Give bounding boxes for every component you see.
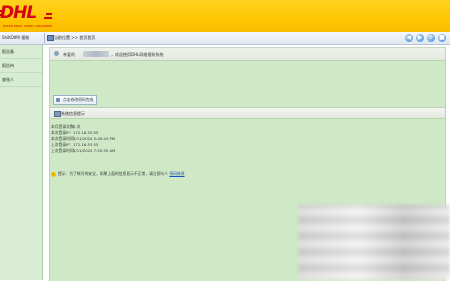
logo-speed-line	[44, 17, 52, 19]
nav-button-group: ◀ ▶ ⟳ ■	[405, 34, 446, 42]
info-value: 0 次	[73, 124, 81, 129]
welcome-prefix: 亲爱的	[63, 52, 75, 57]
system-label[interactable]: ShiKOtMI 报账	[2, 35, 29, 41]
change-password-button[interactable]: 点击修改密码完成	[53, 95, 98, 105]
logo-tagline: EXCELLENCE. SIMPLY DELIVERED.	[3, 24, 54, 28]
refresh-button[interactable]: ⟳	[427, 34, 435, 42]
back-button[interactable]: ◀	[405, 34, 413, 42]
divider	[44, 33, 45, 43]
change-password-label: 点击修改密码完成	[63, 97, 94, 102]
tip-text: 提示：为了帐号的安全，如果上面的信息显示不正常，请立即与人	[58, 171, 169, 176]
login-info-list: 本月登录次数：0 次 本次登录IP：172.16.53.55 本次登录时间：7/…	[51, 124, 115, 154]
brand-header: DHL EXCELLENCE. SIMPLY DELIVERED.	[0, 0, 450, 32]
logo-speed-line	[46, 13, 52, 15]
sidebar-item-report-prepare[interactable]: 报告备	[0, 45, 42, 59]
dhl-logo: DHL	[0, 4, 58, 22]
monitor-icon	[54, 110, 61, 117]
sidebar-item-report-pending[interactable]: 报告待	[0, 59, 42, 73]
redacted-username	[83, 51, 109, 57]
welcome-bar: 亲爱的 ，欢迎使用DHL网络报账系统	[49, 47, 446, 61]
info-panel-title: 系统信息提示	[61, 111, 85, 116]
redacted-region	[298, 205, 450, 280]
account-panel	[49, 60, 446, 108]
info-value: 172.16.53.55	[73, 142, 99, 147]
user-icon	[54, 51, 59, 56]
welcome-message: ，欢迎使用DHL网络报账系统	[111, 52, 164, 57]
info-key: 上次登录时间：	[51, 148, 78, 153]
info-row-last-time: 上次登录时间：7/11/2024 7:55:35 AM	[51, 148, 115, 154]
logo-speed-line	[0, 14, 2, 16]
warning-icon: !	[51, 171, 56, 177]
logo-speed-line	[0, 10, 4, 12]
logo-text: DHL	[0, 3, 37, 23]
info-value: 172.16.53.55	[73, 130, 99, 135]
security-tip: ! 提示：为了帐号的安全，如果上面的信息显示不正常，请立即与人 密码修改	[51, 171, 185, 177]
breadcrumb: 当前位置 >> 首页首页	[54, 35, 96, 40]
info-value: 7/11/2024 5:40:43 PM	[73, 136, 116, 141]
password-change-link[interactable]: 密码修改	[169, 171, 184, 176]
forward-button[interactable]: ▶	[416, 34, 424, 42]
stop-button[interactable]: ■	[438, 34, 446, 42]
sidebar-item-auditor[interactable]: 查账人	[0, 73, 42, 87]
info-value: 7/11/2024 7:55:35 AM	[73, 148, 116, 153]
sidebar: 报告备 报告待 查账人	[0, 45, 43, 280]
nav-strip: ShiKOtMI 报账 当前位置 >> 首页首页 ◀ ▶ ⟳ ■	[0, 32, 450, 45]
page-icon	[47, 35, 54, 41]
key-icon	[56, 97, 60, 102]
